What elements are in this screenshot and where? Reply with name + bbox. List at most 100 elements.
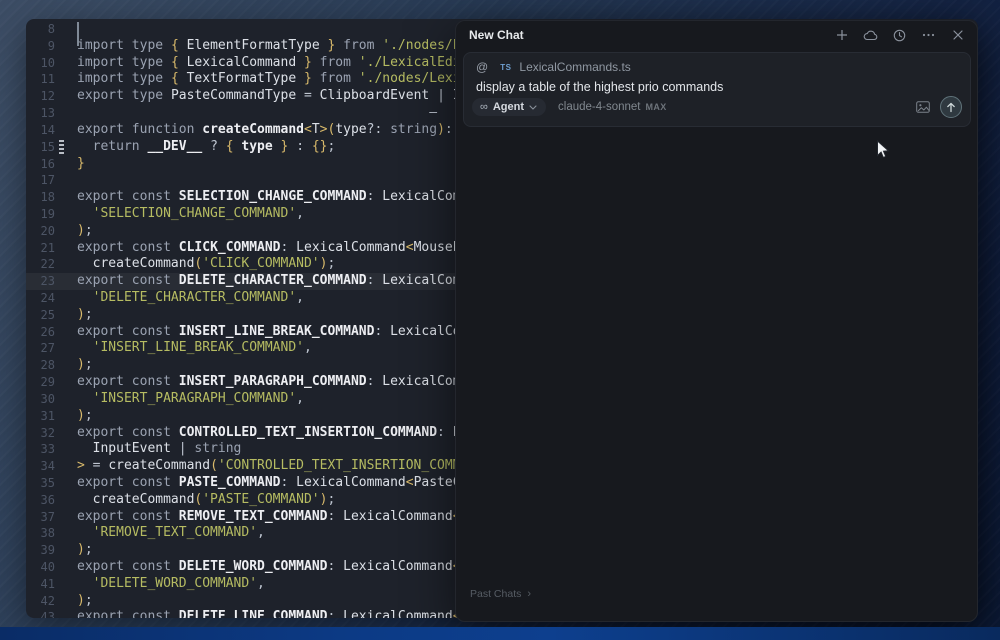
gutter [55,223,77,240]
gutter [55,357,77,374]
gutter [55,206,77,223]
line-number: 22 [26,256,55,273]
gutter [55,273,77,290]
line-number: 30 [26,391,55,408]
line-number: 35 [26,475,55,492]
line-number: 24 [26,290,55,307]
line-number: 32 [26,425,55,442]
gutter [55,340,77,357]
at-mention-icon[interactable]: @ [476,60,488,74]
gutter [55,475,77,492]
chevron-right-icon: › [527,588,531,600]
gutter [55,559,77,576]
attach-image-icon[interactable] [916,101,930,113]
line-number: 25 [26,307,55,324]
gutter [55,576,77,593]
gutter [55,324,77,341]
line-number: 40 [26,559,55,576]
line-number: 42 [26,593,55,610]
gutter [55,593,77,610]
user-message-text[interactable]: display a table of the highest prio comm… [476,80,723,94]
line-number: 43 [26,609,55,618]
send-button[interactable] [940,96,962,118]
model-selector[interactable]: claude-4-sonnet MAX [558,101,667,113]
context-file-chip[interactable]: LexicalCommands.ts [519,60,630,74]
line-number: 16 [26,156,55,173]
gutter [55,71,77,88]
gutter [55,256,77,273]
gutter [55,425,77,442]
line-number: 15 [26,139,55,156]
gutter [55,122,77,139]
chat-header: New Chat [456,21,977,49]
gutter [55,408,77,425]
gutter [55,172,77,189]
chat-title: New Chat [469,28,524,42]
modified-line-marker-icon [59,140,64,155]
gutter [55,492,77,509]
gutter [55,189,77,206]
gutter [55,509,77,526]
line-number: 14 [26,122,55,139]
context-row: @ TS LexicalCommands.ts [476,60,631,74]
agent-mode-label: Agent [493,101,524,113]
gutter [55,458,77,475]
line-number: 10 [26,55,55,72]
line-number: 37 [26,509,55,526]
line-number: 41 [26,576,55,593]
plus-icon[interactable] [834,28,849,43]
line-number: 28 [26,357,55,374]
close-icon[interactable] [950,28,965,43]
gutter [55,441,77,458]
gutter [55,290,77,307]
past-chats-link[interactable]: Past Chats › [470,588,531,600]
line-number: 12 [26,88,55,105]
desktop: 89import type { ElementFormatType } from… [0,0,1000,640]
line-number: 39 [26,542,55,559]
model-name: claude-4-sonnet [558,101,640,113]
input-controls: ∞ Agent claude-4-sonnet MAX [472,96,962,118]
chevron-down-icon [529,105,537,110]
chat-panel: New Chat @ [455,20,978,622]
infinity-icon: ∞ [480,102,488,113]
taskbar-band [0,627,1000,640]
line-number: 31 [26,408,55,425]
line-number: 29 [26,374,55,391]
line-number: 11 [26,71,55,88]
line-number: 20 [26,223,55,240]
chat-input-box[interactable]: @ TS LexicalCommands.ts display a table … [463,52,971,127]
gutter [55,55,77,72]
line-number: 26 [26,324,55,341]
gutter [55,307,77,324]
gutter [55,374,77,391]
line-number: 21 [26,240,55,257]
gutter [55,391,77,408]
line-number: 9 [26,38,55,55]
more-icon[interactable] [921,28,936,43]
cloud-icon[interactable] [863,28,878,43]
line-number: 38 [26,525,55,542]
agent-mode-selector[interactable]: ∞ Agent [472,98,546,116]
line-number: 34 [26,458,55,475]
line-number: 33 [26,441,55,458]
gutter [55,38,77,55]
typescript-file-icon: TS [500,63,511,72]
line-number: 17 [26,172,55,189]
line-number: 36 [26,492,55,509]
gutter [55,542,77,559]
gutter [55,21,77,38]
line-number: 23 [26,273,55,290]
gutter [55,525,77,542]
line-number: 19 [26,206,55,223]
gutter [55,156,77,173]
gutter [55,139,77,156]
line-number: 18 [26,189,55,206]
gutter [55,88,77,105]
arrow-up-icon [946,102,956,113]
past-chats-label: Past Chats [470,588,521,600]
gutter [55,609,77,618]
chat-header-actions [834,28,965,43]
line-number: 13 [26,105,55,122]
history-icon[interactable] [892,28,907,43]
line-number: 8 [26,21,55,38]
